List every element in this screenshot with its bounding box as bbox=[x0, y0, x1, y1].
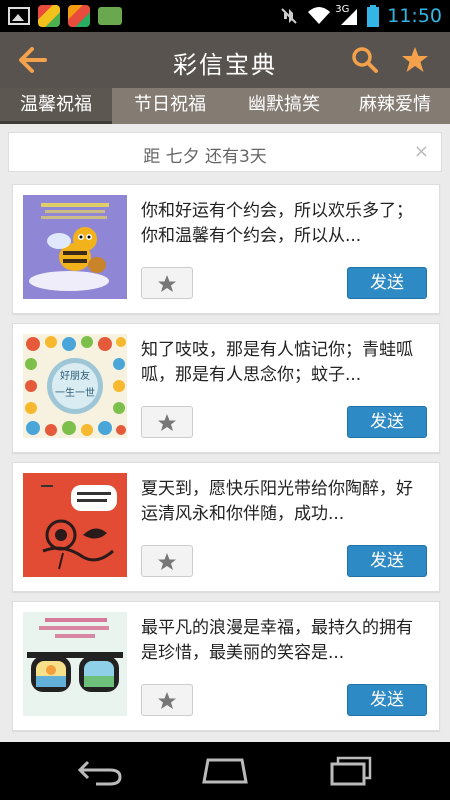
sunglasses-illustration bbox=[23, 612, 127, 716]
notification-icons bbox=[8, 5, 122, 27]
battery-icon bbox=[367, 5, 380, 27]
favorite-button[interactable] bbox=[141, 684, 193, 716]
clock: 11:50 bbox=[387, 5, 442, 27]
message-preview: 最平凡的浪漫是幸福，最持久的拥有是珍惜，最美丽的笑容是... bbox=[141, 618, 413, 663]
card-thumbnail: 好朋友 一生一世 bbox=[23, 334, 127, 438]
card-thumbnail bbox=[23, 612, 127, 716]
network-label: 3G bbox=[335, 4, 350, 15]
star-icon bbox=[158, 553, 176, 570]
tab-love[interactable]: 麻辣爱情 bbox=[340, 88, 450, 124]
message-card: 好朋友 一生一世 知了吱吱，那是有人惦记你；青蛙呱呱，那是有人思念你；蚊子...… bbox=[12, 323, 440, 453]
page-title: 彩信宝典 bbox=[173, 51, 277, 79]
status-bar: 3G 11:50 bbox=[0, 0, 450, 32]
star-icon bbox=[158, 275, 176, 292]
card-thumbnail bbox=[23, 195, 127, 299]
search-icon[interactable] bbox=[350, 45, 380, 75]
home-nav-icon[interactable] bbox=[200, 756, 250, 786]
signal-icon: 3G bbox=[335, 4, 359, 26]
card-thumbnail bbox=[23, 473, 127, 577]
tab-holiday-wishes[interactable]: 节日祝福 bbox=[112, 88, 228, 124]
thumbnail-caption: 好朋友 一生一世 bbox=[55, 371, 95, 399]
system-nav-bar bbox=[0, 742, 450, 800]
tab-humor[interactable]: 幽默搞笑 bbox=[228, 88, 340, 124]
favorite-button[interactable] bbox=[141, 267, 193, 299]
image-icon bbox=[8, 7, 30, 25]
message-card: 最平凡的浪漫是幸福，最持久的拥有是珍惜，最美丽的笑容是... 发送 bbox=[12, 601, 440, 731]
mute-icon bbox=[281, 8, 297, 24]
message-card: 夏天到，愿快乐阳光带给你陶醉，好运清风永和你伴随，成功... 发送 bbox=[12, 462, 440, 592]
favorite-button[interactable] bbox=[141, 406, 193, 438]
app-icon bbox=[68, 5, 90, 27]
message-icon bbox=[98, 7, 122, 25]
message-card: 你和好运有个约会，所以欢乐多了；你和温馨有个约会，所以从... 发送 bbox=[12, 184, 440, 314]
send-button[interactable]: 发送 bbox=[347, 406, 427, 438]
send-button[interactable]: 发送 bbox=[347, 545, 427, 577]
send-button[interactable]: 发送 bbox=[347, 684, 427, 716]
app-icon bbox=[38, 5, 60, 27]
send-button[interactable]: 发送 bbox=[347, 267, 427, 299]
notice-text: 距 七夕 还有3天 bbox=[143, 147, 267, 167]
star-icon bbox=[158, 692, 176, 709]
message-preview: 夏天到，愿快乐阳光带给你陶醉，好运清风永和你伴随，成功... bbox=[141, 479, 413, 524]
system-icons: 3G 11:50 bbox=[279, 4, 442, 28]
back-nav-icon[interactable] bbox=[76, 756, 124, 786]
message-preview: 知了吱吱，那是有人惦记你；青蛙呱呱，那是有人思念你；蚊子... bbox=[141, 340, 413, 385]
action-bar: 彩信宝典 bbox=[0, 32, 450, 88]
bee-illustration bbox=[23, 195, 127, 299]
countdown-notice: 距 七夕 还有3天 × bbox=[8, 132, 442, 172]
favorite-button[interactable] bbox=[141, 545, 193, 577]
category-tabs: 温馨祝福 节日祝福 幽默搞笑 麻辣爱情 bbox=[0, 88, 450, 124]
flower-silhouette-illustration bbox=[23, 473, 127, 577]
tab-warm-wishes[interactable]: 温馨祝福 bbox=[0, 88, 112, 124]
wifi-icon bbox=[308, 7, 331, 24]
star-icon[interactable] bbox=[400, 45, 430, 75]
message-preview: 你和好运有个约会，所以欢乐多了；你和温馨有个约会，所以从... bbox=[141, 201, 413, 246]
recents-nav-icon[interactable] bbox=[328, 756, 374, 786]
close-icon[interactable]: × bbox=[414, 141, 429, 162]
star-icon bbox=[158, 414, 176, 431]
